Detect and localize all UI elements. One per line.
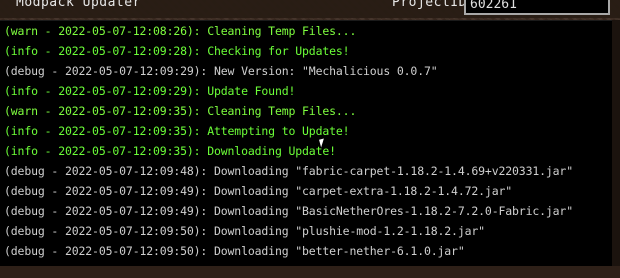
log-output-panel: (warn - 2022-05-07-12:08:26): Cleaning T… (0, 20, 612, 267)
log-line: (debug - 2022-05-07-12:09:49): Downloadi… (4, 184, 513, 198)
log-line: (debug - 2022-05-07-12:09:48): Downloadi… (4, 164, 573, 178)
log-line: (info - 2022-05-07-12:09:35): Attempting… (4, 124, 350, 138)
project-id-label: ProjectID (392, 0, 467, 10)
log-line: (warn - 2022-05-07-12:09:35): Cleaning T… (4, 104, 357, 118)
bottom-border (0, 266, 620, 278)
log-line: (debug - 2022-05-07-12:09:50): Downloadi… (4, 224, 485, 238)
log-scrollbar[interactable] (612, 20, 620, 266)
log-line: (info - 2022-05-07-12:09:29): Update Fou… (4, 84, 296, 98)
log-line: (debug - 2022-05-07-12:09:49): Downloadi… (4, 204, 573, 218)
log-line: (info - 2022-05-07-12:09:35): Downloadin… (4, 144, 336, 158)
log-line: (info - 2022-05-07-12:09:28): Checking f… (4, 44, 350, 58)
window-title: Modpack Updater (16, 0, 141, 10)
project-id-input[interactable] (464, 0, 610, 15)
log-line: (debug - 2022-05-07-12:09:29): New Versi… (4, 64, 438, 78)
log-line: (debug - 2022-05-07-12:09:50): Downloadi… (4, 244, 465, 258)
title-bar: Modpack Updater ProjectID (0, 0, 620, 18)
log-line: (warn - 2022-05-07-12:08:26): Cleaning T… (4, 24, 357, 38)
